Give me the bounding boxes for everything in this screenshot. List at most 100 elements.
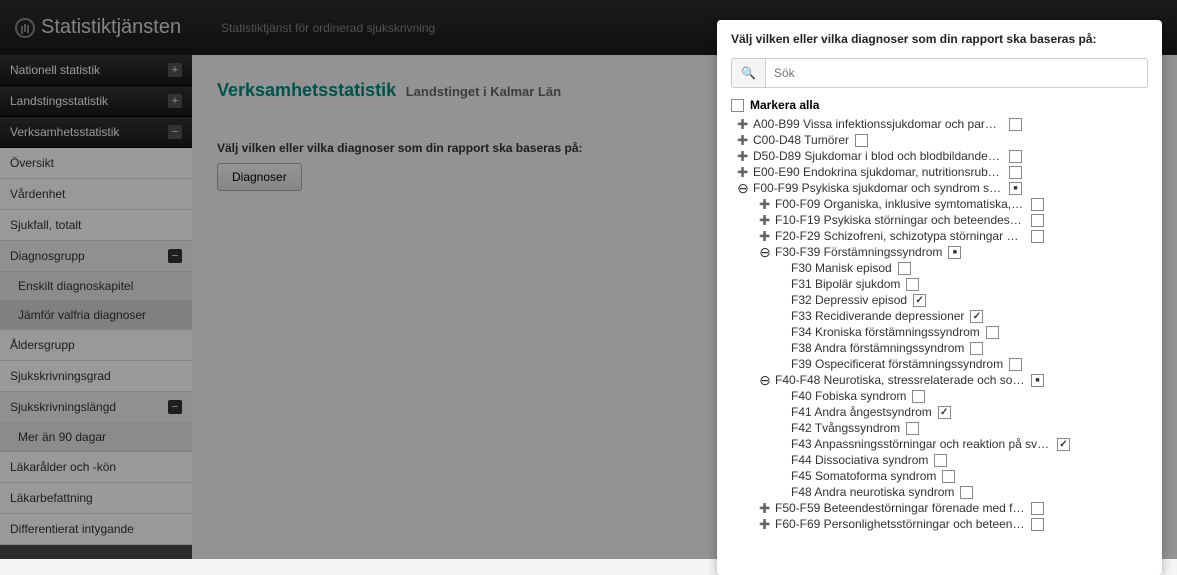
tree-row[interactable]: F45 Somatoforma syndrom	[731, 468, 1148, 484]
tree-label: F38 Andra förstämningssyndrom	[791, 341, 964, 355]
tree-checkbox[interactable]	[942, 470, 955, 483]
tree-checkbox[interactable]	[986, 326, 999, 339]
expand-icon[interactable]: ➕	[759, 518, 771, 530]
tree-row[interactable]: ➕ F10-F19 Psykiska störningar och beteend…	[731, 212, 1148, 228]
tree-label: F30-F39 Förstämningssyndrom	[775, 245, 942, 259]
search-icon: 🔍	[731, 58, 765, 88]
tree-checkbox[interactable]	[1009, 358, 1022, 371]
spacer	[775, 486, 787, 498]
tree-row[interactable]: F31 Bipolär sjukdom	[731, 276, 1148, 292]
tree-label: F42 Tvångssyndrom	[791, 421, 900, 435]
tree-row[interactable]: ➕ C00-D48 Tumörer	[731, 132, 1148, 148]
tree-label: F32 Depressiv episod	[791, 293, 907, 307]
tree-label: F34 Kroniska förstämningssyndrom	[791, 325, 980, 339]
tree-row[interactable]: ➕ F50-F59 Beteendestörningar förenade med…	[731, 500, 1148, 516]
spacer	[775, 310, 787, 322]
tree-row[interactable]: ➕ A00-B99 Vissa infektionssjukdomar och p…	[731, 116, 1148, 132]
tree-checkbox[interactable]	[1031, 502, 1044, 515]
tree-label: F45 Somatoforma syndrom	[791, 469, 936, 483]
tree-checkbox[interactable]	[1009, 150, 1022, 163]
expand-icon[interactable]: ➕	[759, 502, 771, 514]
tree-checkbox[interactable]	[898, 262, 911, 275]
tree-label: A00-B99 Vissa infektionssjukdomar och pa…	[753, 117, 1003, 131]
tree-label: F33 Recidiverande depressioner	[791, 309, 964, 323]
collapse-icon[interactable]: ⊖	[759, 246, 771, 258]
tree-label: F40-F48 Neurotiska, stressrelaterade och…	[775, 373, 1025, 387]
tree-checkbox[interactable]	[948, 246, 961, 259]
tree-row[interactable]: F33 Recidiverande depressioner	[731, 308, 1148, 324]
tree-label: F50-F59 Beteendestörningar förenade med …	[775, 501, 1025, 515]
tree-checkbox[interactable]	[1009, 182, 1022, 195]
tree-row[interactable]: ➕F20-F29 Schizofreni, schizotypa störnin…	[731, 228, 1148, 244]
tree-row[interactable]: F38 Andra förstämningssyndrom	[731, 340, 1148, 356]
tree-label: E00-E90 Endokrina sjukdomar, nutritionsr…	[753, 165, 1003, 179]
collapse-icon[interactable]: ⊖	[759, 374, 771, 386]
tree-checkbox[interactable]	[970, 310, 983, 323]
tree-row[interactable]: ⊖ F30-F39 Förstämningssyndrom	[731, 244, 1148, 260]
spacer	[775, 358, 787, 370]
tree-checkbox[interactable]	[1009, 118, 1022, 131]
expand-icon[interactable]: ➕	[737, 166, 749, 178]
tree-label: F00-F99 Psykiska sjukdomar och syndrom s…	[753, 181, 1003, 195]
tree-row[interactable]: ⊖ F40-F48 Neurotiska, stressrelaterade oc…	[731, 372, 1148, 388]
search-input[interactable]	[765, 58, 1148, 88]
tree-row[interactable]: F48 Andra neurotiska syndrom	[731, 484, 1148, 500]
tree-checkbox[interactable]	[906, 422, 919, 435]
tree-label: F30 Manisk episod	[791, 261, 892, 275]
tree-row[interactable]: F43 Anpassningsstörningar och reaktion p…	[731, 436, 1148, 452]
diagnosis-panel: Välj vilken eller vilka diagnoser som di…	[717, 20, 1162, 575]
tree-row[interactable]: ➕D50-D89 Sjukdomar i blod och blodbildan…	[731, 148, 1148, 164]
tree-row[interactable]: F32 Depressiv episod	[731, 292, 1148, 308]
tree-row[interactable]: F30 Manisk episod	[731, 260, 1148, 276]
tree-row[interactable]: ➕ F00-F09 Organiska, inklusive symtomatis…	[731, 196, 1148, 212]
spacer	[775, 326, 787, 338]
expand-icon[interactable]: ➕	[737, 150, 749, 162]
expand-icon[interactable]: ➕	[737, 118, 749, 130]
spacer	[775, 454, 787, 466]
expand-icon[interactable]: ➕	[759, 214, 771, 226]
tree-row[interactable]: ➕ E00-E90 Endokrina sjukdomar, nutritions…	[731, 164, 1148, 180]
tree-checkbox[interactable]	[1031, 198, 1044, 211]
spacer	[775, 406, 787, 418]
expand-icon[interactable]: ➕	[759, 230, 771, 242]
tree-row[interactable]: ⊖ F00-F99 Psykiska sjukdomar och syndrom …	[731, 180, 1148, 196]
spacer	[775, 278, 787, 290]
tree-label: F40 Fobiska syndrom	[791, 389, 906, 403]
tree-label: F31 Bipolär sjukdom	[791, 277, 900, 291]
tree-label: F10-F19 Psykiska störningar och beteende…	[775, 213, 1025, 227]
tree-label: F43 Anpassningsstörningar och reaktion p…	[791, 437, 1051, 451]
tree-checkbox[interactable]	[1031, 214, 1044, 227]
tree-row[interactable]: F44 Dissociativa syndrom	[731, 452, 1148, 468]
mark-all-row[interactable]: Markera alla	[731, 98, 1148, 112]
tree-label: F60-F69 Personlighetsstörningar och bete…	[775, 517, 1025, 531]
spacer	[775, 342, 787, 354]
tree-checkbox[interactable]	[1057, 438, 1070, 451]
collapse-icon[interactable]: ⊖	[737, 182, 749, 194]
tree-checkbox[interactable]	[855, 134, 868, 147]
expand-icon[interactable]: ➕	[737, 134, 749, 146]
tree-row[interactable]: F34 Kroniska förstämningssyndrom	[731, 324, 1148, 340]
search-group: 🔍	[731, 58, 1148, 88]
tree-label: C00-D48 Tumörer	[753, 133, 849, 147]
tree-label: F00-F09 Organiska, inklusive symtomatisk…	[775, 197, 1025, 211]
tree-row[interactable]: F39 Ospecificerat förstämningssyndrom	[731, 356, 1148, 372]
tree-checkbox[interactable]	[960, 486, 973, 499]
tree-checkbox[interactable]	[906, 278, 919, 291]
mark-all-checkbox[interactable]	[731, 99, 744, 112]
spacer	[775, 470, 787, 482]
tree-checkbox[interactable]	[1031, 230, 1044, 243]
tree-checkbox[interactable]	[912, 390, 925, 403]
tree-checkbox[interactable]	[938, 406, 951, 419]
tree-checkbox[interactable]	[1031, 374, 1044, 387]
tree-checkbox[interactable]	[970, 342, 983, 355]
tree-checkbox[interactable]	[1009, 166, 1022, 179]
tree-row[interactable]: ➕ F60-F69 Personlighetsstörningar och bet…	[731, 516, 1148, 532]
tree-row[interactable]: F40 Fobiska syndrom	[731, 388, 1148, 404]
expand-icon[interactable]: ➕	[759, 198, 771, 210]
tree-checkbox[interactable]	[913, 294, 926, 307]
tree-row[interactable]: F42 Tvångssyndrom	[731, 420, 1148, 436]
tree-checkbox[interactable]	[1031, 518, 1044, 531]
tree-row[interactable]: F41 Andra ångestsyndrom	[731, 404, 1148, 420]
spacer	[775, 390, 787, 402]
tree-checkbox[interactable]	[934, 454, 947, 467]
